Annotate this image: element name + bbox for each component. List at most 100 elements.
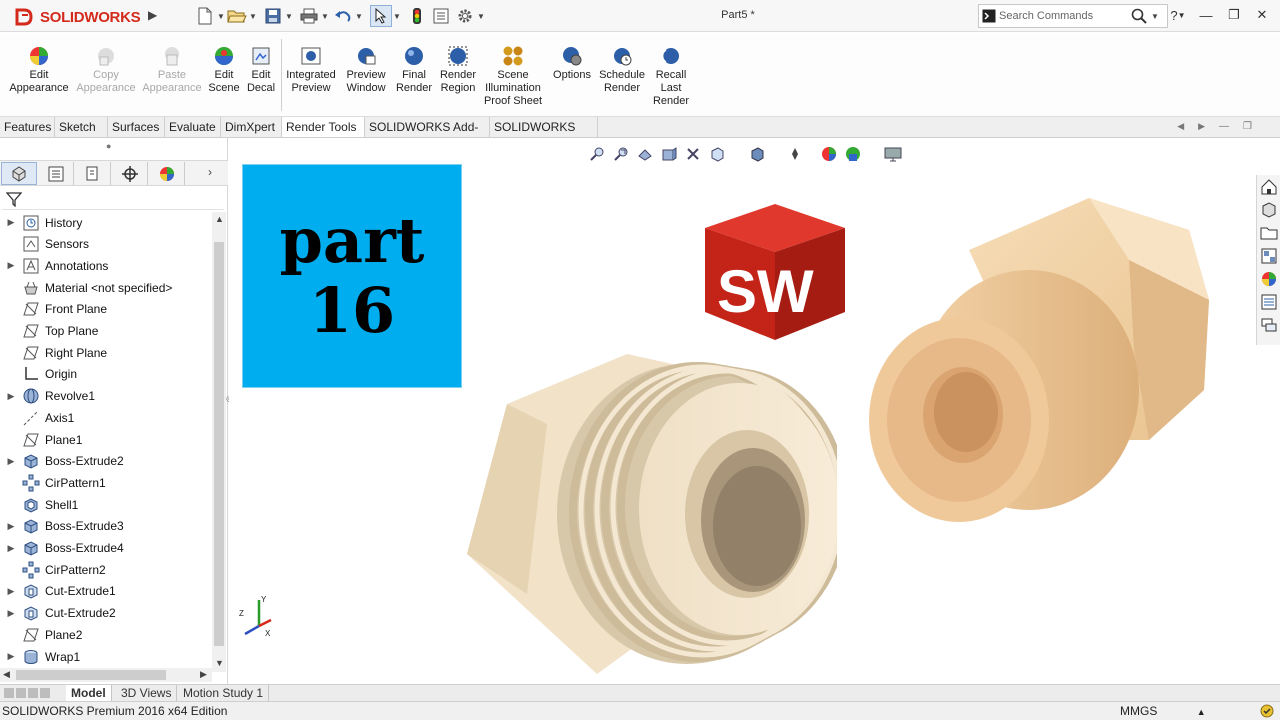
- open-document-icon[interactable]: [226, 5, 248, 27]
- tree-item[interactable]: Shell1: [0, 494, 212, 515]
- paste-appearance-button[interactable]: Paste Appearance: [142, 45, 202, 95]
- solidworks-logo[interactable]: SOLIDWORKS: [14, 5, 144, 29]
- tree-item[interactable]: ▶ Wrap1: [0, 646, 212, 667]
- copy-appearance-button[interactable]: Copy Appearance: [76, 45, 136, 95]
- solidworks-resources-icon[interactable]: [1258, 176, 1280, 198]
- apply-scene-icon[interactable]: [843, 144, 863, 164]
- tab-model[interactable]: Model: [66, 685, 112, 701]
- undo-caret-icon[interactable]: ▼: [354, 12, 364, 21]
- tree-item[interactable]: ▶ Boss-Extrude2: [0, 451, 212, 472]
- expand-arrow-icon[interactable]: ▶: [4, 521, 18, 532]
- select-icon[interactable]: [370, 5, 392, 27]
- next-icon[interactable]: ▶: [1198, 121, 1205, 132]
- tree-item[interactable]: Right Plane: [0, 342, 212, 363]
- options-caret-icon[interactable]: ▼: [476, 12, 486, 21]
- preview-window-button[interactable]: Preview Window: [344, 45, 388, 95]
- expand-arrow-icon[interactable]: ▶: [4, 608, 18, 619]
- recall-last-render-button[interactable]: Recall Last Render: [650, 45, 692, 108]
- print-icon[interactable]: [298, 5, 320, 27]
- property-manager-tab[interactable]: [38, 162, 74, 185]
- tab-solidworks-mbd[interactable]: SOLIDWORKS MBD: [490, 117, 598, 154]
- tree-item[interactable]: Origin: [0, 364, 212, 385]
- design-library-icon[interactable]: [1258, 199, 1280, 221]
- zoom-to-fit-icon[interactable]: [587, 144, 607, 164]
- tree-filter[interactable]: [2, 188, 224, 210]
- section-view-icon[interactable]: [659, 144, 679, 164]
- new-caret-icon[interactable]: ▼: [216, 12, 226, 21]
- tree-item[interactable]: ▶ Cut-Extrude2: [0, 603, 212, 624]
- search-caret-icon[interactable]: ▼: [1151, 12, 1159, 21]
- tab-scroll-arrows[interactable]: [4, 688, 50, 698]
- tree-item[interactable]: ▶ Boss-Extrude3: [0, 516, 212, 537]
- rebuild-icon[interactable]: [406, 5, 428, 27]
- scroll-right-icon[interactable]: ▶: [200, 669, 207, 680]
- hide-show-items-icon[interactable]: [785, 144, 805, 164]
- expand-arrow-icon[interactable]: ▶: [4, 543, 18, 554]
- edit-decal-button[interactable]: Edit Decal: [246, 45, 276, 95]
- display-manager-tab[interactable]: [149, 162, 185, 185]
- menu-expand-icon[interactable]: ▶: [148, 8, 157, 22]
- integrated-preview-button[interactable]: Integrated Preview: [284, 45, 338, 95]
- monitor-icon[interactable]: [883, 144, 903, 164]
- edit-appearance-button[interactable]: Edit Appearance: [9, 45, 69, 95]
- options-gear-icon[interactable]: [454, 5, 476, 27]
- render-region-button[interactable]: Render Region: [438, 45, 478, 95]
- select-caret-icon[interactable]: ▼: [392, 12, 402, 21]
- expand-arrow-icon[interactable]: ▶: [4, 586, 18, 597]
- terminal-icon[interactable]: [979, 5, 999, 27]
- display-style-icon[interactable]: [747, 144, 767, 164]
- help-button[interactable]: ? ▼: [1166, 5, 1190, 25]
- expand-arrow-icon[interactable]: ▶: [4, 391, 18, 402]
- graphics-area[interactable]: part 16 SW Y Z X: [229, 138, 1256, 684]
- tree-horizontal-scrollbar[interactable]: ◀ ▶: [0, 668, 212, 682]
- expand-arrow-icon[interactable]: ▶: [4, 260, 18, 271]
- scene-illumination-proof-sheet-button[interactable]: Scene Illumination Proof Sheet: [482, 45, 544, 108]
- expand-arrow-icon[interactable]: ▶: [4, 456, 18, 467]
- tree-vertical-scrollbar[interactable]: ▲ ▼: [212, 212, 226, 672]
- more-tabs-icon[interactable]: ›: [208, 165, 212, 179]
- custom-properties-icon[interactable]: [1258, 291, 1280, 313]
- tab-render-tools[interactable]: Render Tools: [282, 117, 365, 137]
- scroll-left-icon[interactable]: ◀: [3, 669, 10, 680]
- search-commands-box[interactable]: ▼: [978, 4, 1168, 28]
- tree-item[interactable]: CirPattern1: [0, 472, 212, 493]
- tab-features[interactable]: Features: [0, 117, 55, 137]
- forum-icon[interactable]: [1258, 314, 1280, 336]
- edit-scene-button[interactable]: Edit Scene: [208, 45, 240, 95]
- tree-item[interactable]: ▶ History: [0, 212, 212, 233]
- panel-handle-icon[interactable]: ●: [106, 141, 111, 151]
- search-input[interactable]: [999, 6, 1127, 26]
- file-explorer-icon[interactable]: [1258, 222, 1280, 244]
- doc-restore-icon[interactable]: ❐: [1243, 121, 1252, 132]
- save-caret-icon[interactable]: ▼: [284, 12, 294, 21]
- tree-item[interactable]: Material <not specified>: [0, 277, 212, 298]
- save-icon[interactable]: [262, 5, 284, 27]
- rebuild-status-icon[interactable]: [1260, 704, 1274, 718]
- appearances-scenes-icon[interactable]: [1258, 268, 1280, 290]
- tab-solidworks-add-ins[interactable]: SOLIDWORKS Add-Ins: [365, 117, 490, 154]
- tab-evaluate[interactable]: Evaluate: [165, 117, 221, 137]
- schedule-render-button[interactable]: Schedule Render: [598, 45, 646, 95]
- tab-dimxpert[interactable]: DimXpert: [221, 117, 282, 137]
- restore-button[interactable]: ❐: [1222, 5, 1246, 25]
- doc-minimize-icon[interactable]: —: [1219, 121, 1229, 132]
- tree-item[interactable]: Plane1: [0, 429, 212, 450]
- tree-item[interactable]: Top Plane: [0, 321, 212, 342]
- edit-appearance-hud-icon[interactable]: [819, 144, 839, 164]
- scroll-down-icon[interactable]: ▼: [215, 658, 224, 668]
- expand-arrow-icon[interactable]: ▶: [4, 217, 18, 228]
- tree-item[interactable]: ▶ Revolve1: [0, 386, 212, 407]
- prev-icon[interactable]: ◀: [1177, 121, 1184, 132]
- tree-item[interactable]: Axis1: [0, 407, 212, 428]
- feature-manager-tab[interactable]: [1, 162, 37, 185]
- undo-icon[interactable]: [332, 5, 354, 27]
- tab-sketch[interactable]: Sketch: [55, 117, 108, 137]
- file-properties-icon[interactable]: [430, 5, 452, 27]
- search-icon[interactable]: [1127, 5, 1151, 27]
- tree-item[interactable]: Front Plane: [0, 299, 212, 320]
- view-orientation-icon[interactable]: [707, 144, 727, 164]
- expand-arrow-icon[interactable]: ▶: [4, 651, 18, 662]
- previous-view-icon[interactable]: [635, 144, 655, 164]
- tree-item[interactable]: Plane2: [0, 624, 212, 645]
- zoom-to-area-icon[interactable]: [611, 144, 631, 164]
